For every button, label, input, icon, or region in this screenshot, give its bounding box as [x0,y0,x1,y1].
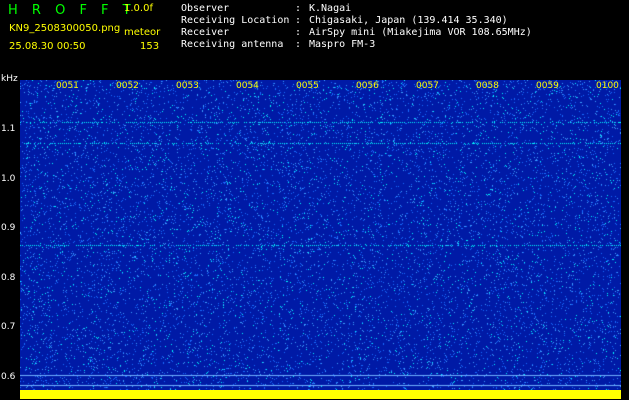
app-title: H R O F F T [8,3,136,18]
y-tick-label: 0.7 [1,322,16,332]
info-key: Receiver [181,27,230,38]
info-receiver: Receiver: AirSpy mini (Miakejima VOR 108.… [181,27,532,39]
y-tick-label: 0.8 [1,273,16,283]
info-antenna: Receiving antenna: Maspro FM-3 [181,39,375,51]
spectrogram-noise [20,80,621,399]
info-key: Receiving antenna [181,39,284,50]
meteor-label: meteor [124,27,161,38]
info-value: AirSpy mini (Miakejima VOR 108.65MHz) [309,27,532,38]
info-observer: Observer: K.Nagai [181,3,351,15]
time-label: 0057 [416,81,439,91]
version-label: 1.0.0f [124,3,153,14]
y-unit-label: kHz [1,74,18,84]
y-tick-label: 1.0 [1,174,16,184]
time-label: 0058 [476,81,499,91]
time-label: 0052 [116,81,139,91]
info-key: Observer [181,3,230,14]
info-separator: : [295,15,302,26]
y-tick-label: 0.9 [1,223,16,233]
time-label: 0051 [56,81,79,91]
datetime-label: 25.08.30 00:50 [9,41,86,52]
spectrogram-plot [20,80,621,399]
info-key: Receiving Location [181,15,290,26]
info-value: Chigasaki, Japan (139.414 35.340) [309,15,508,26]
time-label: 0100 [596,81,619,91]
info-separator: : [295,27,302,38]
y-tick-label: 0.6 [1,372,16,382]
baseline-bar [20,390,621,399]
time-label: 0056 [356,81,379,91]
info-location: Receiving Location: Chigasaki, Japan (139… [181,15,508,27]
time-label: 0059 [536,81,559,91]
time-label: 0054 [236,81,259,91]
time-label: 0055 [296,81,319,91]
meteor-count: 153 [140,41,160,52]
info-value: K.Nagai [309,3,352,14]
info-separator: : [295,3,302,14]
time-label: 0053 [176,81,199,91]
y-tick-label: 1.1 [1,124,16,134]
info-separator: : [295,39,302,50]
info-value: Maspro FM-3 [309,39,376,50]
filename-label: KN9_2508300050.png [9,23,121,34]
